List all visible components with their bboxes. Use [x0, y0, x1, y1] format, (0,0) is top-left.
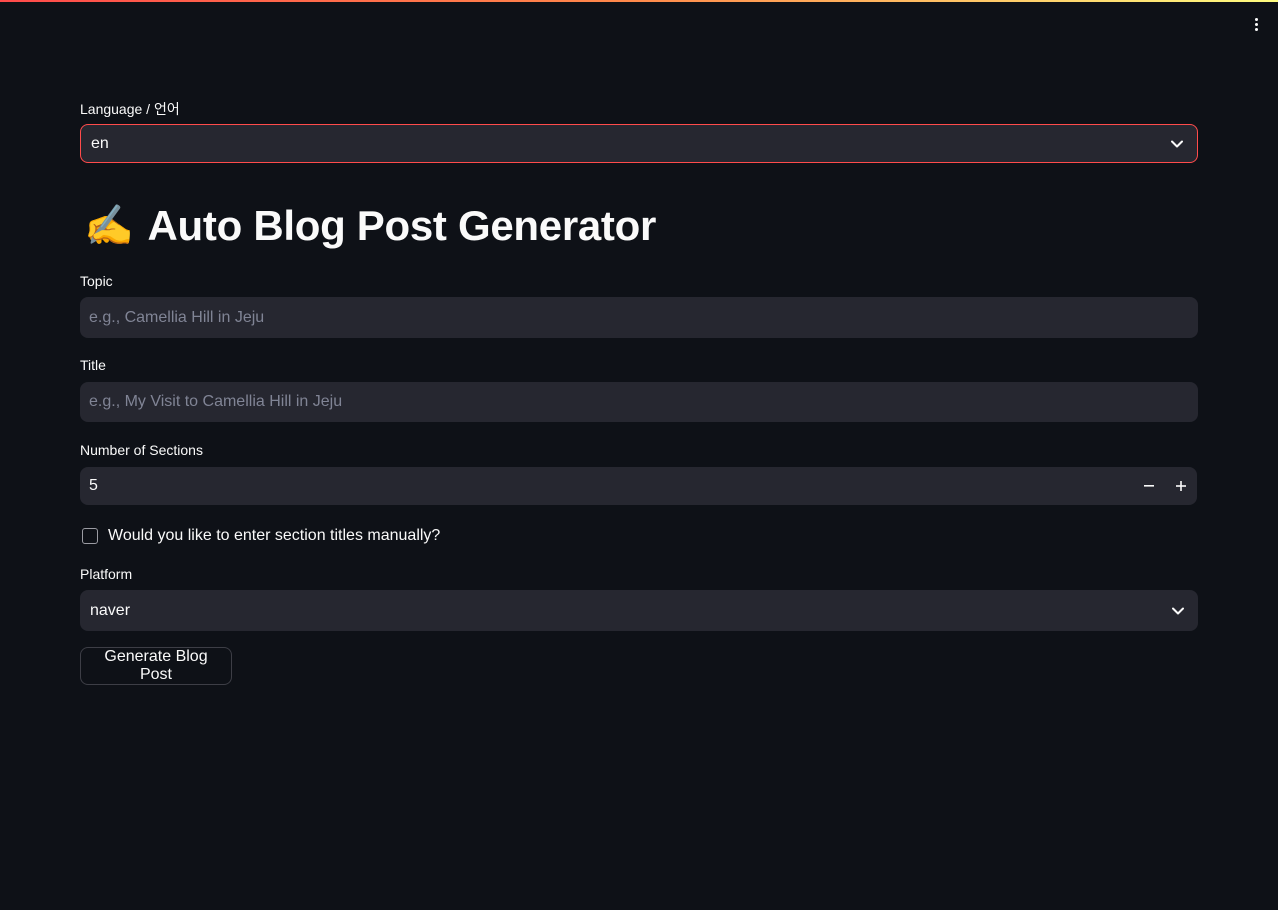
generate-blog-post-button[interactable]: Generate Blog Post: [80, 647, 232, 685]
language-select-value: en: [91, 134, 109, 152]
title-label: Title: [80, 357, 106, 373]
vertical-ellipsis-icon-dot: [1254, 27, 1258, 31]
language-select[interactable]: en: [80, 124, 1198, 163]
top-accent-bar: [0, 0, 1278, 2]
topic-label: Topic: [80, 273, 113, 289]
page-title-text: Auto Blog Post Generator: [147, 202, 657, 249]
chevron-down-icon: [1168, 601, 1188, 621]
platform-label: Platform: [80, 566, 133, 582]
topic-input-placeholder: e.g., Camellia Hill in Jeju: [89, 308, 265, 326]
page-title: ✍️ Auto Blog Post Generator: [80, 196, 656, 256]
chevron-down-icon: [1167, 134, 1187, 154]
vertical-ellipsis-icon: [1254, 17, 1258, 21]
minus-icon: [1144, 485, 1154, 487]
sections-label: Number of Sections: [80, 442, 203, 458]
platform-select-value: naver: [90, 601, 131, 619]
manual-titles-label[interactable]: Would you like to enter section titles m…: [108, 527, 440, 545]
topic-input[interactable]: e.g., Camellia Hill in Jeju: [80, 297, 1198, 338]
sections-number-input[interactable]: 5: [80, 467, 1197, 505]
writing-hand-icon: ✍️: [84, 204, 134, 248]
plus-icon: [1176, 481, 1186, 491]
main-menu-button[interactable]: [1246, 12, 1266, 36]
vertical-ellipsis-icon-dot: [1254, 22, 1258, 26]
language-label: Language / 언어: [80, 101, 180, 117]
platform-select[interactable]: naver: [80, 590, 1198, 631]
manual-titles-checkbox[interactable]: [82, 528, 98, 544]
title-input-placeholder: e.g., My Visit to Camellia Hill in Jeju: [89, 393, 343, 410]
increment-button[interactable]: [1165, 467, 1197, 505]
sections-value: 5: [89, 477, 98, 494]
manual-titles-checkbox-row[interactable]: Would you like to enter section titles m…: [80, 524, 440, 548]
decrement-button[interactable]: [1133, 467, 1165, 505]
title-input[interactable]: e.g., My Visit to Camellia Hill in Jeju: [80, 382, 1198, 422]
